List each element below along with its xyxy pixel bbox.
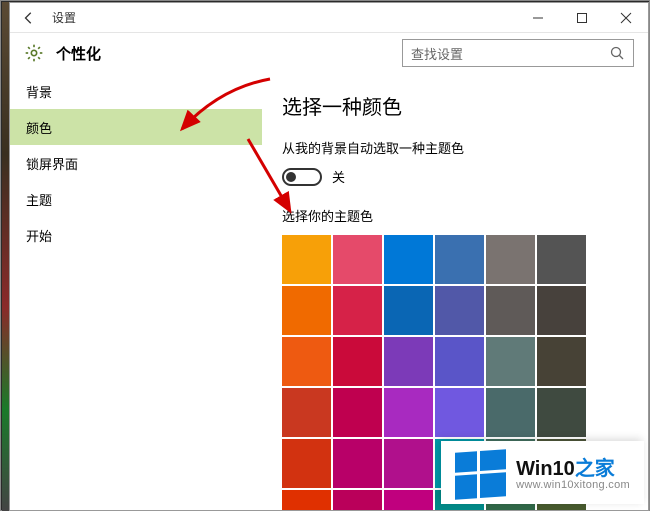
color-swatch-1-1[interactable] <box>333 286 382 335</box>
color-swatch-1-3[interactable] <box>435 286 484 335</box>
settings-window: 设置 <box>9 2 649 511</box>
color-swatch-2-5[interactable] <box>537 337 586 386</box>
back-button[interactable] <box>20 9 38 27</box>
color-swatch-3-3[interactable] <box>435 388 484 437</box>
color-swatch-3-1[interactable] <box>333 388 382 437</box>
sidebar-item-4[interactable]: 开始 <box>10 217 262 253</box>
color-swatch-2-3[interactable] <box>435 337 484 386</box>
color-swatch-4-1[interactable] <box>333 439 382 488</box>
desktop-strip <box>2 2 9 511</box>
watermark-title-a: Win10 <box>516 458 575 480</box>
color-swatch-2-1[interactable] <box>333 337 382 386</box>
color-swatch-5-0[interactable] <box>282 490 331 510</box>
close-button[interactable] <box>604 3 648 33</box>
page-title: 个性化 <box>56 43 101 64</box>
color-swatch-4-0[interactable] <box>282 439 331 488</box>
watermark-url: www.win10xitong.com <box>516 479 630 491</box>
outer-frame: 设置 <box>0 0 650 511</box>
search-placeholder: 查找设置 <box>411 44 609 63</box>
search-input[interactable]: 查找设置 <box>402 39 634 67</box>
toggle-state-label: 关 <box>332 167 345 186</box>
watermark-title-b: 之家 <box>575 458 615 480</box>
minimize-icon <box>532 12 544 24</box>
header-row: 个性化 查找设置 <box>10 33 648 73</box>
watermark: Win10之家 www.win10xitong.com <box>441 441 644 504</box>
minimize-button[interactable] <box>516 3 560 33</box>
window-controls <box>516 3 648 33</box>
header-left: 个性化 <box>24 43 101 64</box>
color-swatch-0-4[interactable] <box>486 235 535 284</box>
color-swatch-5-2[interactable] <box>384 490 433 510</box>
color-swatch-0-2[interactable] <box>384 235 433 284</box>
maximize-icon <box>576 12 588 24</box>
toggle-row: 关 <box>282 167 628 186</box>
color-swatch-2-0[interactable] <box>282 337 331 386</box>
sidebar-item-0[interactable]: 背景 <box>10 73 262 109</box>
content-heading: 选择一种颜色 <box>282 91 628 120</box>
color-swatch-3-0[interactable] <box>282 388 331 437</box>
color-swatch-4-2[interactable] <box>384 439 433 488</box>
toggle-knob <box>286 172 296 182</box>
color-swatch-3-4[interactable] <box>486 388 535 437</box>
titlebar: 设置 <box>10 3 648 33</box>
window-title: 设置 <box>52 9 76 26</box>
color-swatch-3-2[interactable] <box>384 388 433 437</box>
color-swatch-5-1[interactable] <box>333 490 382 510</box>
sidebar: 背景颜色锁屏界面主题开始 <box>10 73 262 510</box>
arrow-left-icon <box>22 11 36 25</box>
gear-icon <box>24 43 44 63</box>
color-swatch-1-2[interactable] <box>384 286 433 335</box>
color-swatch-0-0[interactable] <box>282 235 331 284</box>
color-swatch-1-4[interactable] <box>486 286 535 335</box>
color-swatch-2-2[interactable] <box>384 337 433 386</box>
color-swatch-1-0[interactable] <box>282 286 331 335</box>
auto-color-toggle[interactable] <box>282 168 322 186</box>
watermark-text: Win10之家 www.win10xitong.com <box>516 459 630 491</box>
color-swatch-1-5[interactable] <box>537 286 586 335</box>
search-icon <box>609 45 625 61</box>
color-swatch-3-5[interactable] <box>537 388 586 437</box>
sidebar-item-2[interactable]: 锁屏界面 <box>10 145 262 181</box>
sidebar-item-3[interactable]: 主题 <box>10 181 262 217</box>
color-swatch-0-3[interactable] <box>435 235 484 284</box>
sidebar-item-1[interactable]: 颜色 <box>10 109 262 145</box>
auto-pick-label: 从我的背景自动选取一种主题色 <box>282 138 628 157</box>
color-swatch-0-1[interactable] <box>333 235 382 284</box>
close-icon <box>620 12 632 24</box>
color-swatch-2-4[interactable] <box>486 337 535 386</box>
windows-logo-icon <box>455 449 506 500</box>
maximize-button[interactable] <box>560 3 604 33</box>
color-swatch-0-5[interactable] <box>537 235 586 284</box>
pick-color-label: 选择你的主题色 <box>282 206 628 225</box>
titlebar-left: 设置 <box>10 9 76 27</box>
